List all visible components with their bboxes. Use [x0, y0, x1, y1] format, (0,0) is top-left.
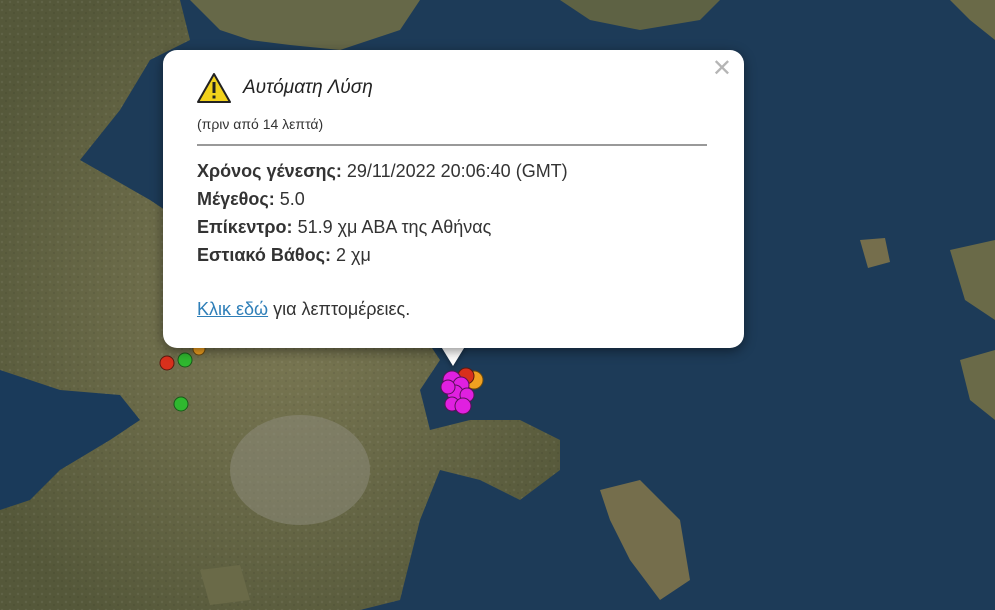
depth-label: Εστιακό Βάθος:	[197, 245, 331, 265]
popup-title: Αυτόματη Λύση	[243, 77, 373, 98]
close-icon[interactable]: ✕	[712, 56, 732, 80]
depth-row: Εστιακό Βάθος: 2 χμ	[197, 245, 371, 266]
time-ago: (πριν από 14 λεπτά)	[197, 116, 324, 132]
urban-area	[230, 415, 370, 525]
warning-icon	[197, 73, 231, 103]
epicenter-value: 51.9 χμ ΑΒΑ της Αθήνας	[297, 217, 492, 237]
popup-header: Αυτόματη Λύση	[197, 72, 373, 104]
magnitude-row: Μέγεθος: 5.0	[197, 189, 305, 210]
event-marker-green[interactable]	[177, 352, 193, 368]
details-suffix: για λεπτομέρειες.	[273, 299, 411, 319]
event-popup: ✕ Αυτόματη Λύση (πριν από 14 λεπτά) Χρόν…	[163, 50, 744, 348]
magnitude-label: Μέγεθος:	[197, 189, 275, 209]
origin-time-row: Χρόνος γένεσης: 29/11/2022 20:06:40 (GMT…	[197, 161, 568, 182]
event-marker-magenta[interactable]	[440, 379, 456, 395]
epicenter-label: Επίκεντρο:	[197, 217, 293, 237]
origin-time-label: Χρόνος γένεσης:	[197, 161, 342, 181]
depth-value: 2 χμ	[336, 245, 371, 265]
event-marker-magenta[interactable]	[454, 397, 472, 415]
magnitude-value: 5.0	[279, 189, 305, 209]
details-row: Κλικ εδώ για λεπτομέρειες.	[197, 299, 410, 320]
divider	[197, 144, 707, 146]
details-link[interactable]: Κλικ εδώ	[197, 299, 268, 319]
event-marker-green[interactable]	[173, 396, 189, 412]
event-marker-red[interactable]	[159, 355, 175, 371]
origin-time-value: 29/11/2022 20:06:40 (GMT)	[346, 161, 568, 181]
epicenter-row: Επίκεντρο: 51.9 χμ ΑΒΑ της Αθήνας	[197, 217, 491, 238]
